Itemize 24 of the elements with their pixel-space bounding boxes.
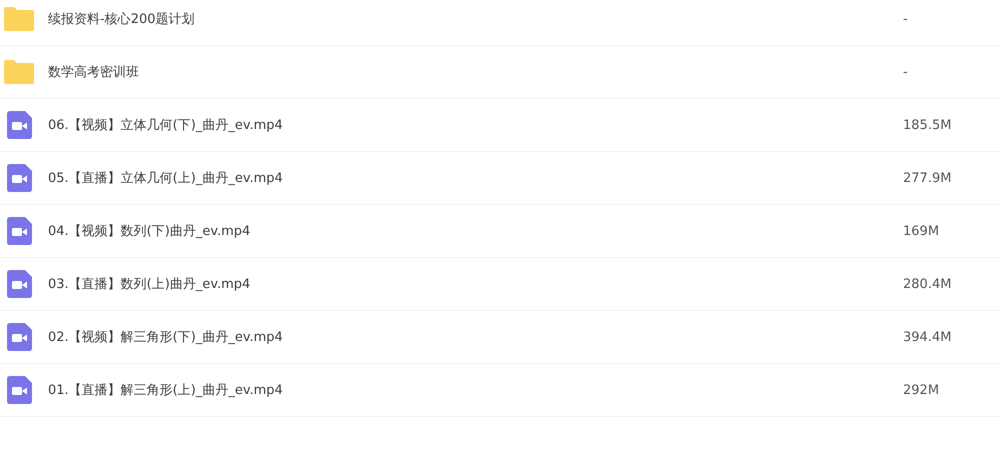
file-size: 169M	[903, 224, 940, 238]
file-name[interactable]: 04.【视频】数列(下)曲丹_ev.mp4	[48, 222, 903, 240]
file-name[interactable]: 06.【视频】立体几何(下)_曲丹_ev.mp4	[48, 116, 903, 134]
file-name[interactable]: 05.【直播】立体几何(上)_曲丹_ev.mp4	[48, 169, 903, 187]
folder-icon	[4, 7, 34, 31]
video-file-icon	[7, 376, 32, 404]
file-size: 292M	[903, 382, 940, 398]
file-size: 277.9M	[903, 170, 952, 186]
video-file-icon	[7, 111, 32, 139]
file-size: -	[903, 12, 909, 26]
file-size: 185.5M	[903, 118, 952, 132]
file-name[interactable]: 03.【直播】数列(上)曲丹_ev.mp4	[48, 275, 903, 293]
video-file-icon	[7, 164, 32, 192]
file-size: 394.4M	[903, 330, 952, 344]
folder-icon	[4, 60, 34, 84]
file-name[interactable]: 数学高考密训班	[48, 63, 903, 81]
video-file-icon	[7, 323, 32, 351]
video-file-icon	[7, 270, 32, 298]
file-name[interactable]: 续报资料-核心200题计划	[48, 10, 903, 28]
video-file-icon	[7, 217, 32, 245]
file-name[interactable]: 02.【视频】解三角形(下)_曲丹_ev.mp4	[48, 328, 903, 346]
file-name[interactable]: 01.【直播】解三角形(上)_曲丹_ev.mp4	[48, 381, 903, 399]
file-size: -	[903, 64, 909, 80]
file-size: 280.4M	[903, 276, 952, 292]
